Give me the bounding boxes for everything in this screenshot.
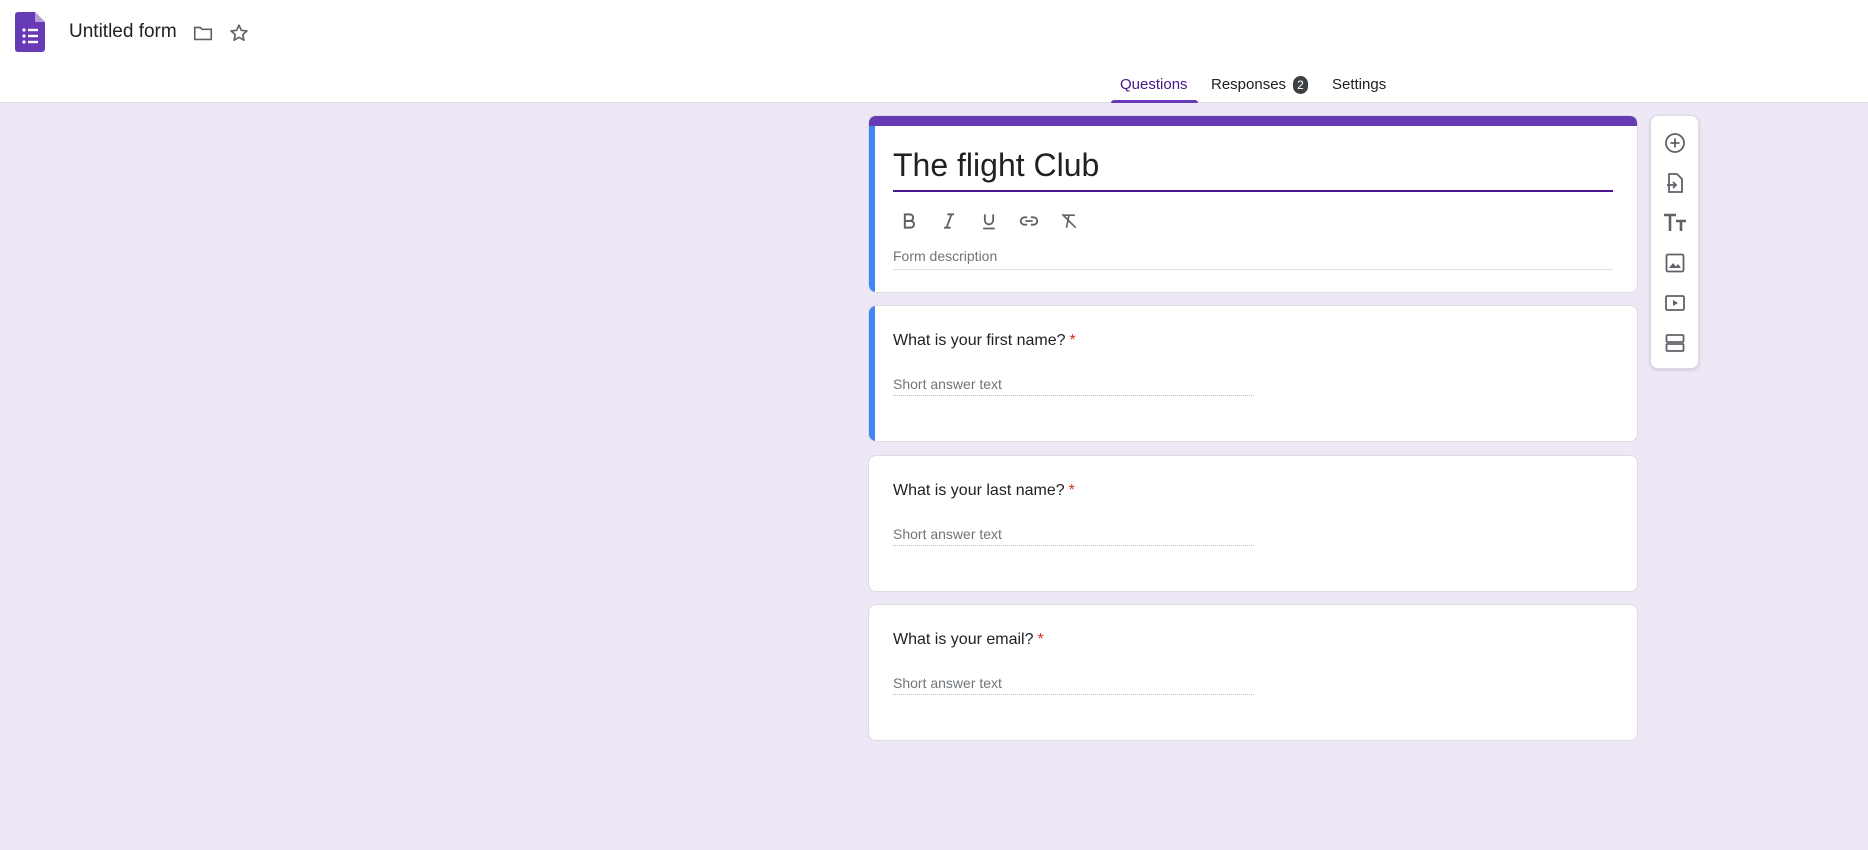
tab-bar: Questions Responses Settings xyxy=(0,72,1868,103)
underline-icon[interactable] xyxy=(973,206,1005,236)
star-icon[interactable] xyxy=(226,20,252,46)
required-marker: * xyxy=(1069,332,1076,349)
app-header: Untitled form Questions Responses Settin… xyxy=(0,0,1868,103)
question-card[interactable]: What is your first name? * Short answer t… xyxy=(868,305,1638,442)
form-title-card[interactable]: The flight Club Form description xyxy=(868,115,1638,293)
add-title-icon[interactable] xyxy=(1660,208,1690,238)
document-title[interactable]: Untitled form xyxy=(69,21,177,43)
theme-color-bar xyxy=(869,116,1637,126)
required-marker: * xyxy=(1037,631,1044,648)
format-toolbar xyxy=(893,206,1085,236)
question-card[interactable]: What is your email? * Short answer text xyxy=(868,604,1638,741)
floating-toolbar xyxy=(1650,115,1699,369)
question-title[interactable]: What is your first name? * xyxy=(893,332,1076,350)
required-marker: * xyxy=(1068,482,1075,499)
short-answer-field: Short answer text xyxy=(893,526,1254,546)
form-description-input[interactable]: Form description xyxy=(893,248,1613,270)
link-icon[interactable] xyxy=(1013,206,1045,236)
clear-format-icon[interactable] xyxy=(1053,206,1085,236)
responses-count-badge: 2 xyxy=(1293,76,1308,94)
folder-icon[interactable] xyxy=(190,20,216,46)
forms-logo-icon[interactable] xyxy=(15,12,45,52)
tab-settings[interactable]: Settings xyxy=(1332,76,1386,93)
active-tab-indicator xyxy=(1111,100,1198,103)
bold-icon[interactable] xyxy=(893,206,925,236)
italic-icon[interactable] xyxy=(933,206,965,236)
import-questions-icon[interactable] xyxy=(1660,168,1690,198)
tab-questions[interactable]: Questions xyxy=(1120,76,1188,93)
add-section-icon[interactable] xyxy=(1660,328,1690,358)
add-question-icon[interactable] xyxy=(1660,128,1690,158)
tab-responses[interactable]: Responses xyxy=(1211,76,1286,93)
short-answer-field: Short answer text xyxy=(893,675,1254,695)
question-card[interactable]: What is your last name? * Short answer te… xyxy=(868,455,1638,592)
add-video-icon[interactable] xyxy=(1660,288,1690,318)
question-title[interactable]: What is your last name? * xyxy=(893,482,1075,500)
question-title[interactable]: What is your email? * xyxy=(893,631,1044,649)
short-answer-field: Short answer text xyxy=(893,376,1254,396)
form-title-input[interactable]: The flight Club xyxy=(893,146,1613,192)
add-image-icon[interactable] xyxy=(1660,248,1690,278)
